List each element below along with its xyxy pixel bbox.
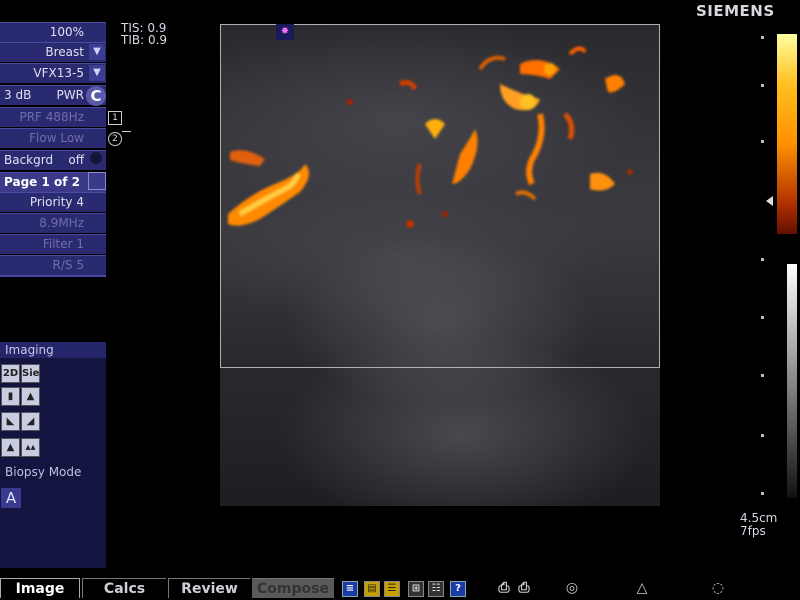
tab-image[interactable]: Image: [0, 578, 80, 598]
biopsy-mode-label: Biopsy Mode: [5, 465, 82, 479]
background-toggle-icon[interactable]: [90, 152, 102, 164]
background-value: off: [68, 153, 84, 167]
tab-compose[interactable]: Compose: [252, 578, 334, 598]
depth-tick: [761, 492, 764, 495]
notes-icon[interactable]: ☰: [384, 581, 400, 597]
filter-value[interactable]: Filter 1: [0, 234, 106, 254]
preset-dropdown-icon[interactable]: ▼: [89, 44, 105, 60]
trapezoid-probe-icon[interactable]: ▲: [21, 387, 40, 406]
color-roi-box[interactable]: [220, 24, 660, 368]
marker-two[interactable]: 2: [108, 132, 122, 146]
probe1-icon[interactable]: ◎: [564, 581, 580, 597]
fps-value: 7fps: [740, 524, 766, 538]
prf-value[interactable]: PRF 488Hz: [0, 107, 106, 127]
priority-value[interactable]: Priority 4: [0, 192, 106, 212]
depth-tick: [761, 140, 764, 143]
transducer-dropdown-icon[interactable]: ▼: [89, 65, 105, 81]
biopsy-mode-button[interactable]: A: [1, 488, 21, 508]
folder-icon[interactable]: ▤: [364, 581, 380, 597]
color-mode-badge[interactable]: C: [86, 86, 106, 106]
zoom-value[interactable]: 100%: [0, 22, 106, 42]
depth-tick: [761, 258, 764, 261]
rs-value[interactable]: R/S 5: [0, 255, 106, 275]
marker-line: [122, 131, 131, 132]
steer-right-icon[interactable]: ◢: [21, 412, 40, 431]
layout-icon[interactable]: ⊞: [408, 581, 424, 597]
probe2-icon[interactable]: △: [634, 581, 650, 597]
mode-value: PWR: [56, 88, 84, 102]
color-baseline-arrow-icon: [766, 196, 773, 206]
probe3-icon[interactable]: ◌: [710, 581, 726, 597]
gain-value: 3 dB: [4, 88, 32, 102]
tab-calcs[interactable]: Calcs: [82, 578, 166, 598]
help-icon[interactable]: ?: [450, 581, 466, 597]
depth-tick: [761, 434, 764, 437]
printer1-icon[interactable]: ⎙: [496, 581, 512, 597]
page-corner-icon[interactable]: [88, 172, 106, 190]
background-label: Backgrd: [4, 153, 54, 167]
depth-tick: [761, 316, 764, 319]
depth-tick: [761, 36, 764, 39]
depth-readout: 4.5cm 7fps: [740, 512, 777, 538]
imaging-panel: Imaging 2D Sie ▮ ▲ ◣ ◢ ▲ ▴▴ Biopsy Mode …: [0, 342, 106, 568]
report-icon[interactable]: ≡: [342, 581, 358, 597]
brand-logo: SIEMENS: [696, 2, 775, 20]
focus-marker-icon[interactable]: ✸: [276, 24, 294, 40]
printer2-icon[interactable]: ⎙: [516, 581, 532, 597]
list-icon[interactable]: ☷: [428, 581, 444, 597]
siescape-button[interactable]: Sie: [21, 364, 40, 383]
flow-value[interactable]: Flow Low: [0, 128, 106, 148]
tib-value: TIB: 0.9: [121, 33, 168, 47]
tab-review[interactable]: Review: [168, 578, 250, 598]
depth-tick: [761, 84, 764, 87]
thermal-index: TIS: 0.9 TIB: 0.9: [121, 22, 167, 46]
grayscale-bar: [787, 264, 797, 498]
dual-sector-icon[interactable]: ▴▴: [21, 438, 40, 457]
depth-tick: [761, 374, 764, 377]
frequency-value[interactable]: 8.9MHz: [0, 213, 106, 233]
sector-icon[interactable]: ▲: [1, 438, 20, 457]
linear-probe-icon[interactable]: ▮: [1, 387, 20, 406]
imaging-title: Imaging: [0, 342, 106, 358]
panel-divider: [0, 275, 106, 277]
marker-one[interactable]: 1: [108, 111, 122, 125]
color-scale-bar: [777, 34, 797, 234]
steer-left-icon[interactable]: ◣: [1, 412, 20, 431]
mode-2d-button[interactable]: 2D: [1, 364, 20, 383]
